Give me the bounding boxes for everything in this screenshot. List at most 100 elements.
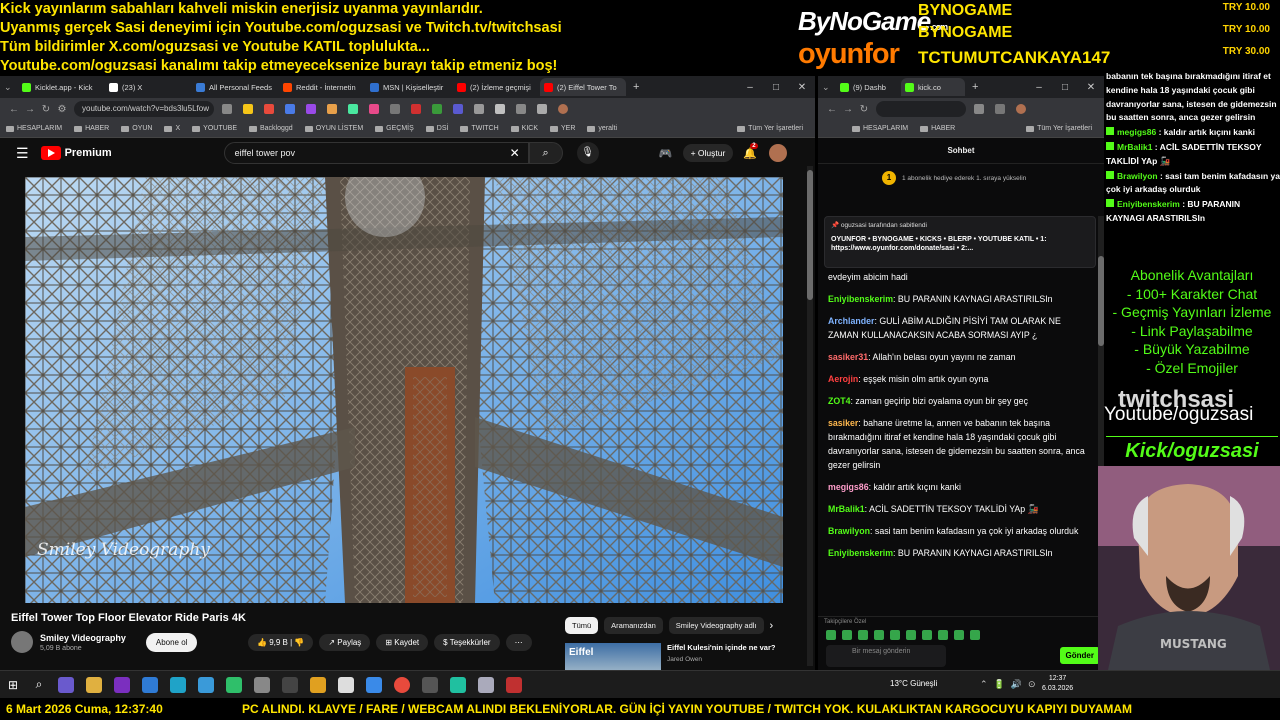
- emote-icon[interactable]: [970, 630, 980, 640]
- chat-username[interactable]: ZOT4: [828, 396, 850, 406]
- browser-tab[interactable]: Reddit - İnternetin: [279, 78, 365, 96]
- notifications-icon[interactable]: 🔔 2: [743, 142, 758, 160]
- url-field[interactable]: youtube.com/watch?v=bds3lu5Lfow: [74, 101, 214, 117]
- all-bookmarks[interactable]: Tüm Yer İşaretleri: [1026, 125, 1092, 132]
- browser-tab[interactable]: All Personal Feeds: [192, 78, 278, 96]
- emote-icon[interactable]: [826, 630, 836, 640]
- minimize-icon[interactable]: –: [1026, 82, 1052, 93]
- extension-icon[interactable]: [495, 104, 505, 114]
- app-icon[interactable]: [58, 676, 74, 693]
- extension-icon[interactable]: [222, 104, 232, 114]
- emote-icon[interactable]: [954, 630, 964, 640]
- youtube-logo-icon[interactable]: [40, 146, 61, 160]
- close-icon[interactable]: ✕: [1078, 82, 1104, 93]
- bookmark[interactable]: YER: [550, 125, 575, 132]
- channel-avatar[interactable]: [11, 631, 33, 653]
- app-icon[interactable]: [142, 676, 158, 693]
- search-icon[interactable]: ⌕: [26, 677, 52, 692]
- bookmark[interactable]: X: [164, 125, 180, 132]
- bookmark[interactable]: YOUTUBE: [192, 125, 237, 132]
- like-button[interactable]: 👍 9,9 B | 👎: [248, 634, 314, 651]
- chrome-icon[interactable]: [394, 676, 410, 693]
- chat-username[interactable]: MrBalik1: [828, 504, 865, 514]
- maximize-icon[interactable]: □: [1052, 82, 1078, 93]
- bookmark[interactable]: HABER: [74, 125, 109, 132]
- avatar[interactable]: [769, 144, 787, 162]
- extension-icon[interactable]: [516, 104, 526, 114]
- forward-icon[interactable]: →: [22, 104, 38, 115]
- emote-icon[interactable]: [858, 630, 868, 640]
- close-icon[interactable]: ✕: [789, 82, 815, 93]
- emote-icon[interactable]: [906, 630, 916, 640]
- extension-icon[interactable]: [390, 104, 400, 114]
- all-bookmarks[interactable]: Tüm Yer İşaretleri: [737, 125, 803, 132]
- channel-name[interactable]: Smiley Videography: [40, 633, 126, 643]
- app-icon[interactable]: [198, 676, 214, 693]
- extension-icon[interactable]: [453, 104, 463, 114]
- app-icon[interactable]: [422, 676, 438, 693]
- clear-search-icon[interactable]: ✕: [510, 143, 520, 163]
- extension-icon[interactable]: [264, 104, 274, 114]
- weather-widget[interactable]: 13°C Güneşli: [890, 679, 937, 688]
- bookmark[interactable]: OYUN: [121, 125, 152, 132]
- extension-icon[interactable]: [432, 104, 442, 114]
- filter-chip[interactable]: Smiley Videography adlı: [668, 617, 764, 634]
- extension-icon[interactable]: [411, 104, 421, 114]
- edge-icon[interactable]: [170, 676, 186, 693]
- file-explorer-icon[interactable]: [86, 676, 102, 693]
- menu-icon[interactable]: ☰: [16, 145, 29, 162]
- extension-icon[interactable]: [348, 104, 358, 114]
- emote-icon[interactable]: [890, 630, 900, 640]
- extension-icon[interactable]: [537, 104, 547, 114]
- browser-tab-active[interactable]: kick.co: [901, 78, 965, 96]
- browser-tab[interactable]: Kicklet.app - Kick: [18, 78, 104, 96]
- more-icon[interactable]: ⋯: [505, 634, 532, 651]
- browser-tab[interactable]: (2) İzleme geçmişi: [453, 78, 539, 96]
- profile-icon[interactable]: [1016, 104, 1026, 114]
- forward-icon[interactable]: →: [840, 104, 856, 115]
- chat-username[interactable]: megigs86: [828, 482, 869, 492]
- browser-tab[interactable]: (9) Dashb: [836, 78, 900, 96]
- thanks-button[interactable]: $ Teşekkürler: [434, 634, 500, 651]
- bookmark[interactable]: OYUN LİSTEM: [305, 125, 363, 132]
- clock[interactable]: 12:37 6.03.2026: [1042, 674, 1073, 694]
- extension-icon[interactable]: [327, 104, 337, 114]
- bookmark[interactable]: yeralti: [587, 125, 617, 132]
- extension-icon[interactable]: [285, 104, 295, 114]
- minimize-icon[interactable]: –: [737, 82, 763, 93]
- recommended-video[interactable]: Eiffel Eiffel Kulesi'nin içinde ne var? J…: [565, 643, 775, 670]
- bookmark[interactable]: Backloggd: [249, 125, 293, 132]
- app-icon[interactable]: [310, 676, 326, 693]
- pinned-message[interactable]: 📌 oguzsasi tarafından sabitlendi OYUNFOR…: [824, 216, 1096, 268]
- bookmark[interactable]: DSİ: [426, 125, 449, 132]
- reload-icon[interactable]: ↻: [856, 104, 872, 115]
- chat-username[interactable]: Archlander: [828, 316, 874, 326]
- onenote-icon[interactable]: [114, 676, 130, 693]
- app-icon[interactable]: [366, 676, 382, 693]
- save-button[interactable]: ⊞ Kaydet: [376, 634, 429, 651]
- app-icon[interactable]: [450, 676, 466, 693]
- obs-icon[interactable]: [506, 676, 522, 693]
- extension-icon[interactable]: [474, 104, 484, 114]
- emote-icon[interactable]: [938, 630, 948, 640]
- emote-icon[interactable]: [842, 630, 852, 640]
- app-icon[interactable]: [338, 676, 354, 693]
- page-scrollbar[interactable]: [807, 166, 813, 666]
- url-field[interactable]: [876, 101, 966, 117]
- profile-icon[interactable]: [558, 104, 568, 114]
- app-icon[interactable]: [478, 676, 494, 693]
- back-icon[interactable]: ←: [6, 104, 22, 115]
- gift-leaderboard[interactable]: 1 1 abonelik hediye ederek 1. sıraya yüks…: [818, 164, 1104, 192]
- browser-tab[interactable]: (23) X: [105, 78, 191, 96]
- extension-icon[interactable]: [974, 104, 984, 114]
- search-input[interactable]: eiffel tower pov ✕: [223, 142, 529, 164]
- chat-username[interactable]: sasiker: [828, 418, 858, 428]
- back-icon[interactable]: ←: [824, 104, 840, 115]
- reload-icon[interactable]: ↻: [38, 104, 54, 115]
- bookmark[interactable]: HABER: [920, 125, 955, 132]
- scrollbar-thumb[interactable]: [807, 170, 813, 300]
- bookmark[interactable]: HESAPLARIM: [852, 125, 908, 132]
- gamepad-icon[interactable]: 🎮: [659, 147, 673, 160]
- create-button[interactable]: + Oluştur: [682, 144, 734, 162]
- bookmark[interactable]: TWITCH: [460, 125, 498, 132]
